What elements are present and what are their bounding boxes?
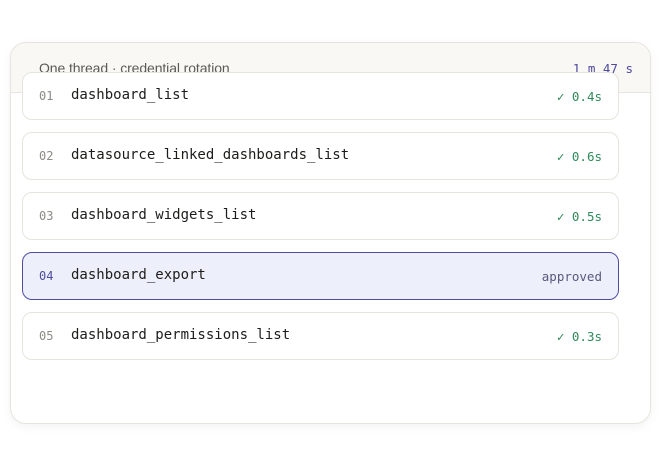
- tool-call-row[interactable]: 05 dashboard_permissions_list ✓ 0.3s: [22, 312, 619, 360]
- status-label: ✓ 0.6s: [556, 149, 602, 164]
- tool-name: dashboard_permissions_list: [71, 327, 291, 343]
- tool-name: dashboard_widgets_list: [71, 207, 257, 223]
- tool-call-row[interactable]: 01 dashboard_list ✓ 0.4s: [22, 72, 619, 120]
- status-label: ✓ 0.3s: [556, 329, 602, 344]
- approved-badge: approved: [541, 269, 602, 284]
- tool-call-row[interactable]: 02 datasource_linked_dashboards_list ✓ 0…: [22, 132, 619, 180]
- tool-name: dashboard_export: [71, 267, 206, 283]
- status-label: ✓ 0.4s: [556, 89, 602, 104]
- tool-call-row[interactable]: 03 dashboard_widgets_list ✓ 0.5s: [22, 192, 619, 240]
- row-number: 03: [39, 209, 54, 223]
- row-number: 02: [39, 149, 54, 163]
- tool-name: datasource_linked_dashboards_list: [71, 147, 350, 163]
- tool-call-row-selected[interactable]: 04 dashboard_export approved: [22, 252, 619, 300]
- row-number: 05: [39, 329, 54, 343]
- tool-call-list: 01 dashboard_list ✓ 0.4s 02 datasource_l…: [22, 72, 619, 372]
- tool-name: dashboard_list: [71, 87, 190, 103]
- row-number: 01: [39, 89, 54, 103]
- status-label: ✓ 0.5s: [556, 209, 602, 224]
- row-number: 04: [39, 269, 54, 283]
